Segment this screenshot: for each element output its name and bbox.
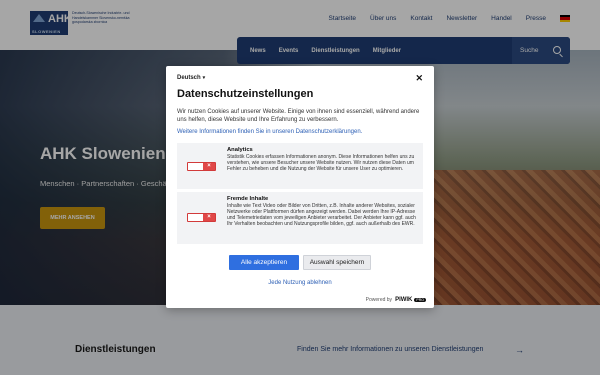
toggle-off-icon: ×	[203, 163, 215, 170]
external-content-toggle[interactable]: ×	[187, 213, 216, 222]
toggle-off-icon: ×	[203, 214, 215, 221]
privacy-policy-link[interactable]: Weitere Informationen finden Sie in unse…	[177, 129, 362, 135]
chevron-down-icon: ▾	[202, 75, 206, 81]
powered-by-label: Powered by	[365, 297, 393, 303]
accept-all-button[interactable]: Alle akzeptieren	[229, 255, 299, 270]
dialog-title: Datenschutzeinstellungen	[177, 88, 314, 100]
language-select[interactable]: Deutsch ▾	[177, 75, 205, 81]
category-body: Fremde Inhalte Inhalte wie Text Video od…	[227, 196, 417, 227]
powered-by: Powered by PIWIK PRO	[366, 297, 426, 303]
save-selection-button[interactable]: Auswahl speichern	[303, 255, 371, 270]
language-label: Deutsch	[177, 75, 201, 81]
consent-category-external-content: × Fremde Inhalte Inhalte wie Text Video …	[177, 192, 423, 244]
piwik-logo: PIWIK	[395, 297, 413, 303]
category-text: Inhalte wie Text Video oder Bilder von D…	[227, 203, 416, 227]
consent-category-analytics: × Analytics Statistik Cookies erfassen I…	[177, 143, 423, 189]
category-body: Analytics Statistik Cookies erfassen Inf…	[227, 147, 417, 172]
reject-all-link[interactable]: Jede Nutzung ablehnen	[166, 280, 434, 286]
category-title: Fremde Inhalte	[227, 196, 269, 202]
category-text: Statistik Cookies erfassen Informationen…	[227, 154, 415, 172]
analytics-toggle[interactable]: ×	[187, 162, 216, 171]
cookie-consent-dialog: Deutsch ▾ ✕ Datenschutzeinstellungen Wir …	[166, 66, 434, 308]
category-title: Analytics	[227, 147, 253, 153]
piwik-pro-badge: PRO	[414, 298, 426, 302]
close-icon[interactable]: ✕	[415, 73, 423, 84]
dialog-description: Wir nutzen Cookies auf unserer Website. …	[177, 109, 420, 123]
